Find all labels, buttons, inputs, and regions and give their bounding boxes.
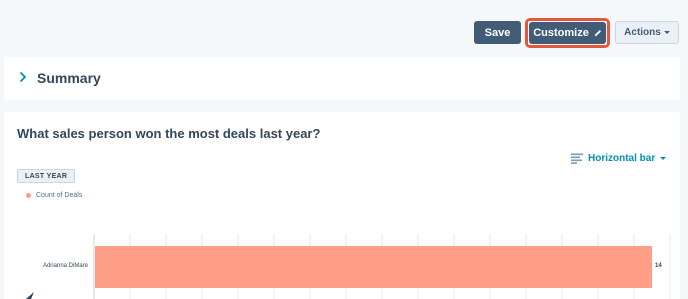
summary-section[interactable]: Summary [4,57,680,100]
pencil-icon [594,30,601,37]
report-chart-card: What sales person won the most deals las… [4,112,680,299]
actions-label: Actions [624,27,661,38]
bar-0[interactable] [95,246,653,288]
chevron-right-icon[interactable] [18,70,28,84]
actions-dropdown-button[interactable]: Actions [615,21,679,44]
save-button[interactable]: Save [474,21,521,44]
data-label: 14 [655,263,662,269]
cursor-arrow-icon [26,292,34,299]
horizontal-bar-chart [93,234,671,299]
category-label: Adrianna DiMare [42,263,88,269]
customize-label: Customize [533,27,589,39]
summary-title: Summary [37,70,101,86]
report-toolbar: Save Customize Actions [0,0,688,54]
customize-button[interactable]: Customize [529,22,606,44]
caret-down-icon [663,31,670,34]
